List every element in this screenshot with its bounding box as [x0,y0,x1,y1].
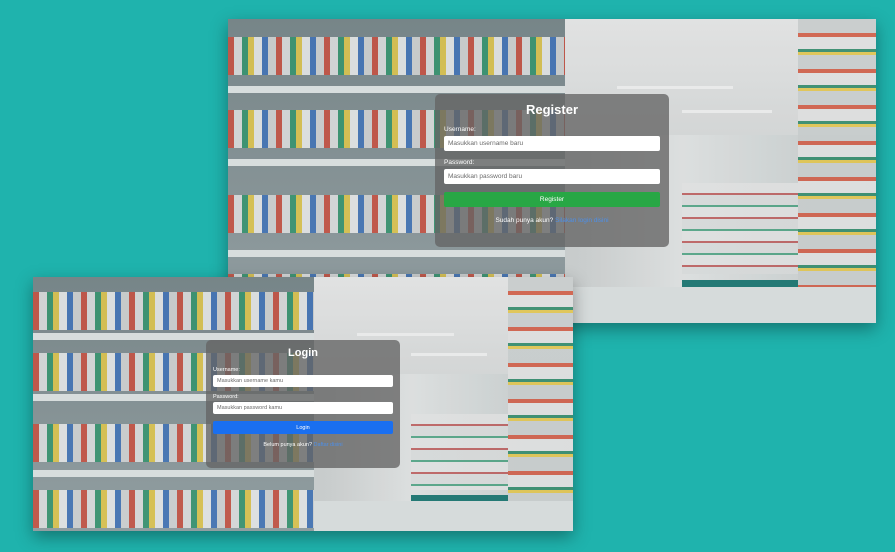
login-link[interactable]: Silakan login disini [555,217,608,224]
register-card: Register Username: Password: Register Su… [435,94,669,247]
register-button[interactable]: Register [444,192,660,207]
register-switch: Sudah punya akun? Silakan login disini [444,217,660,224]
login-title: Login [288,347,318,359]
login-password-input[interactable] [213,402,393,414]
login-card: Login Username: Password: Login Belum pu… [206,340,400,468]
register-username-label: Username: [444,126,476,133]
register-link[interactable]: Daftar disini [314,442,343,448]
login-password-label: Password: [213,394,239,400]
login-screenshot: Login Username: Password: Login Belum pu… [33,277,573,531]
login-username-input[interactable] [213,375,393,387]
register-title: Register [525,102,579,117]
register-switch-prompt: Sudah punya akun? [495,217,554,224]
login-username-label: Username: [213,367,240,373]
register-password-label: Password: [444,159,475,166]
register-password-input[interactable] [444,169,660,184]
login-switch-prompt: Belum punya akun? [263,442,313,448]
login-switch: Belum punya akun? Daftar disini [213,442,393,448]
register-username-input[interactable] [444,136,660,151]
login-button[interactable]: Login [213,421,393,434]
